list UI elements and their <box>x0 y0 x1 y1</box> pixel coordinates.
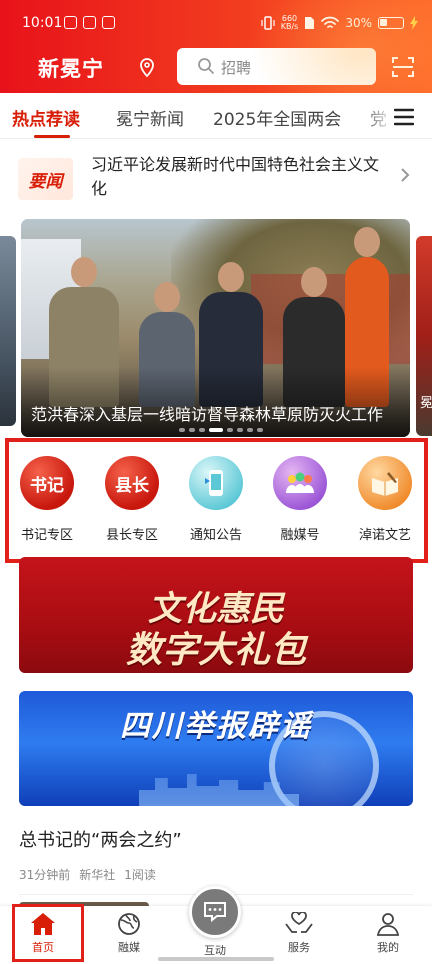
status-right: 660 KB/s 30% <box>261 15 418 31</box>
heart-hands-icon <box>285 912 313 933</box>
top-headline[interactable]: 要闻 习近平论发展新时代中国特色社会主义文化 <box>0 140 432 216</box>
nav-label: 融媒 <box>118 941 140 954</box>
media-people-icon <box>273 456 327 510</box>
nav-label: 服务 <box>288 941 310 954</box>
shortcut-notices[interactable]: 通知公告 <box>180 456 252 543</box>
user-icon <box>376 913 400 936</box>
promo-subtitle: 数字大礼包 <box>125 630 306 671</box>
carousel-dot <box>199 428 205 432</box>
chat-icon <box>204 902 226 923</box>
app-header: 10:01 660 KB/s 30% 新冕宁 招聘 <box>0 0 432 93</box>
chevron-right-icon[interactable] <box>400 167 410 183</box>
carousel-caption: 范洪春深入基层一线暗访督导森林草原防灭火工作 <box>31 405 384 424</box>
county-head-badge-icon: 县长 <box>105 456 159 510</box>
carousel-dot <box>227 428 233 432</box>
notification-icon <box>102 16 115 29</box>
search-placeholder: 招聘 <box>221 59 252 77</box>
search-input[interactable]: 招聘 <box>177 48 376 85</box>
nav-label: 互动 <box>204 944 226 957</box>
carousel-dots <box>179 428 263 432</box>
wifi-icon <box>321 16 340 28</box>
article-time: 31分钟前 <box>19 868 71 882</box>
shortcut-arts[interactable]: 淖诺文艺 <box>349 456 421 543</box>
next-slide-caption: 冕 <box>420 396 432 411</box>
carousel-dot <box>237 428 243 432</box>
article-meta: 31分钟前 新华社 1阅读 <box>19 866 156 883</box>
vibrate-icon <box>261 16 275 30</box>
article-title[interactable]: 总书记的“两会之约” <box>19 826 182 852</box>
status-time: 10:01 <box>22 15 63 31</box>
network-speed-unit: KB/s <box>280 22 299 31</box>
battery-icon <box>378 17 404 29</box>
carousel-prev-slide[interactable] <box>0 236 16 426</box>
tab-mianning-news[interactable]: 冕宁新闻 <box>116 105 184 130</box>
home-highlight-frame <box>12 904 84 962</box>
carousel-dot-active <box>209 428 223 432</box>
notification-icon <box>64 16 77 29</box>
shortcut-label: 县长专区 <box>105 528 158 543</box>
scan-icon[interactable] <box>391 55 415 79</box>
article-source: 新华社 <box>79 868 116 882</box>
promo-banner-rumor-report[interactable]: 四川举报辟谣 <box>19 691 413 806</box>
nav-profile[interactable]: 我的 <box>353 912 423 955</box>
battery-percent: 30% <box>345 16 372 30</box>
status-bar: 10:01 660 KB/s 30% <box>0 0 432 40</box>
carousel-dot <box>189 428 195 432</box>
search-icon <box>198 58 214 74</box>
shortcut-label: 融媒号 <box>280 528 320 543</box>
shortcut-county-head-zone[interactable]: 县长 县长专区 <box>96 456 168 543</box>
shortcut-secretary-zone[interactable]: 书记 书记专区 <box>11 456 83 543</box>
book-quill-icon <box>358 456 412 510</box>
network-speed-value: 660 <box>281 14 298 23</box>
headline-text: 习近平论发展新时代中国特色社会主义文化 <box>91 155 380 198</box>
network-speed: 660 KB/s <box>281 15 299 31</box>
carousel-dot <box>179 428 185 432</box>
app-title: 新冕宁 <box>38 57 104 81</box>
globe-icon <box>118 913 140 935</box>
shortcut-label: 书记专区 <box>20 528 73 543</box>
tab-hot-picks[interactable]: 热点荐读 <box>12 105 80 130</box>
shortcut-label: 淖诺文艺 <box>358 528 411 543</box>
nav-media[interactable]: 融媒 <box>94 912 164 955</box>
news-carousel[interactable]: 范洪春深入基层一线暗访督导森林草原防灭火工作 <box>21 219 410 437</box>
home-indicator <box>158 957 274 961</box>
carousel-dot <box>257 428 263 432</box>
interact-button[interactable] <box>189 886 241 938</box>
menu-icon[interactable] <box>394 108 414 126</box>
article-reads: 1阅读 <box>124 868 156 882</box>
nav-label: 我的 <box>377 941 399 954</box>
notice-phone-icon <box>189 456 243 510</box>
charging-icon <box>410 16 418 30</box>
shortcut-label: 通知公告 <box>189 528 242 543</box>
active-tab-indicator <box>34 135 70 138</box>
promo-banner-culture[interactable]: 文化惠民 数字大礼包 <box>19 557 413 673</box>
shortcut-media-account[interactable]: 融媒号 <box>264 456 336 543</box>
carousel-dot <box>247 428 253 432</box>
headline-badge: 要闻 <box>18 158 73 200</box>
nav-services[interactable]: 服务 <box>264 912 334 955</box>
notification-icon <box>83 16 96 29</box>
secretary-badge-icon: 书记 <box>20 456 74 510</box>
tab-two-sessions[interactable]: 2025年全国两会 <box>213 105 341 130</box>
sim-icon <box>305 17 315 29</box>
location-icon[interactable] <box>138 58 156 78</box>
notification-icons <box>64 16 115 29</box>
promo-title: 四川举报辟谣 <box>120 709 312 744</box>
tab-fade <box>360 95 394 135</box>
